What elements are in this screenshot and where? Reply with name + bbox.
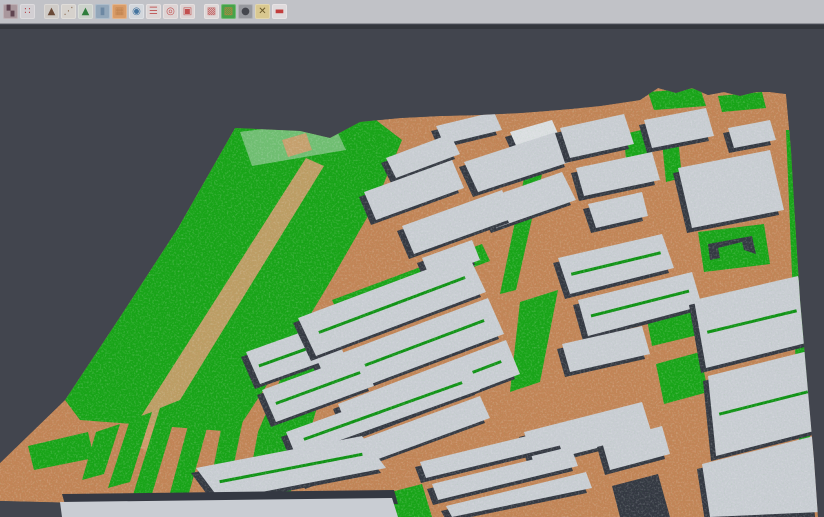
points-subset-icon[interactable]: ⋰ [61,4,76,19]
app-window: ▚∷▲⋰▲▮▦◉☰◎▣▩▧●✕▬ [0,0,824,517]
toolbar: ▚∷▲⋰▲▮▦◉☰◎▣▩▧●✕▬ [0,0,824,24]
classification-map-icon[interactable]: ▧ [221,4,236,19]
attribute-table-icon[interactable]: ☰ [146,4,161,19]
ortho-image-icon[interactable]: ▦ [112,4,127,19]
checker-select-icon[interactable]: ▩ [204,4,219,19]
open-file-icon[interactable]: ▚ [3,4,18,19]
scatter-points-icon[interactable]: ∷ [20,4,35,19]
mesh-sphere-icon[interactable]: ● [238,4,253,19]
measure-tools-icon[interactable]: ✕ [255,4,270,19]
crop-box-icon[interactable]: ▣ [180,4,195,19]
3d-viewport[interactable] [0,29,824,517]
report-flag-icon[interactable]: ▬ [272,4,287,19]
profile-view-icon[interactable]: ▮ [95,4,110,19]
target-circle-icon[interactable]: ◎ [163,4,178,19]
scene-overlay [60,490,398,517]
globe-icon[interactable]: ◉ [129,4,144,19]
terrain-brown-icon[interactable]: ▲ [44,4,59,19]
scene-svg [0,29,824,517]
terrain-green-icon[interactable]: ▲ [78,4,93,19]
point-noise-green [0,29,824,517]
